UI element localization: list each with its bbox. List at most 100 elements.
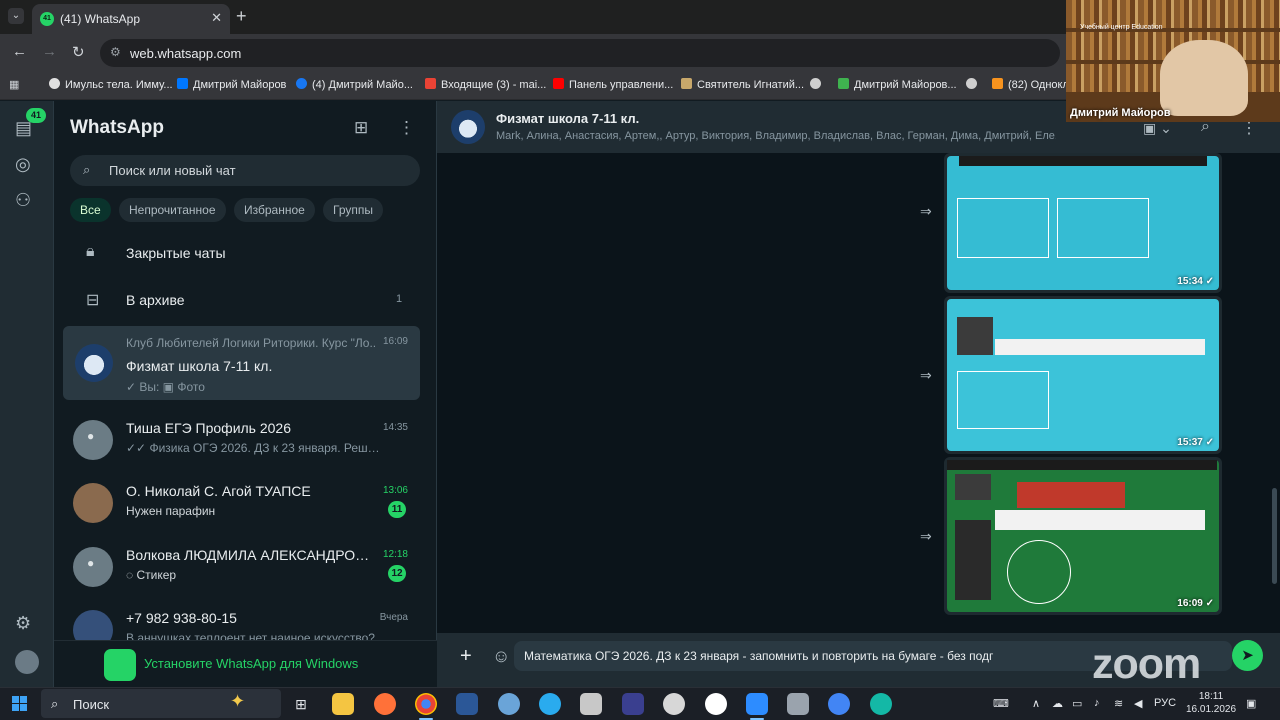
chat-time: 13:06 xyxy=(382,485,408,496)
file-explorer-icon[interactable] xyxy=(332,693,354,715)
obs-icon[interactable] xyxy=(705,693,727,715)
unread-badge: 12 xyxy=(388,565,406,582)
tab-search-button[interactable]: ⌄ xyxy=(8,8,24,24)
communities-icon[interactable]: ⚇ xyxy=(15,190,31,211)
url-text[interactable]: web.whatsapp.com xyxy=(130,46,241,61)
browser-tab[interactable]: 41 (41) WhatsApp ✕ xyxy=(32,4,230,34)
image-message[interactable]: 16:09 ✓ xyxy=(944,457,1222,615)
default-avatar-icon xyxy=(73,547,113,587)
apps-grid-icon[interactable]: ▦ xyxy=(9,78,19,91)
emoji-icon[interactable]: ☺ xyxy=(492,646,510,667)
search-icon: ⌕ xyxy=(83,162,91,177)
windows-start-icon[interactable] xyxy=(12,696,27,711)
copilot-sparkle-icon[interactable]: ✦ xyxy=(230,691,245,712)
scrollbar[interactable] xyxy=(1272,488,1277,584)
task-view-icon[interactable]: ⊞ xyxy=(290,693,312,715)
filter-unread[interactable]: Непрочитанное xyxy=(119,198,226,222)
chat-row-selected[interactable]: Клуб Любителей Логики Риторики. Курс "Ло… xyxy=(63,326,420,400)
install-label[interactable]: Установите WhatsApp для Windows xyxy=(144,656,358,671)
new-chat-icon[interactable]: ⊞ xyxy=(354,118,368,138)
bookmark-item[interactable]: (4) Дмитрий Майо... xyxy=(296,78,413,91)
word-icon[interactable] xyxy=(456,693,478,715)
back-icon[interactable]: ← xyxy=(12,43,27,60)
filter-all[interactable]: Все xyxy=(70,198,111,222)
chat-name: +7 982 938-80-15 xyxy=(126,610,237,626)
chat-row[interactable]: О. Николай С. Агой ТУАПСЕ 13:06 Нужен па… xyxy=(63,477,420,541)
zoom-icon[interactable] xyxy=(746,693,768,720)
globe-icon xyxy=(810,78,821,89)
address-bar[interactable]: ⚙ web.whatsapp.com xyxy=(100,39,1060,67)
network-icon[interactable]: ▭ xyxy=(1072,697,1082,710)
chat-row[interactable]: +7 982 938-80-15 Вчера В аннушках теплое… xyxy=(63,604,420,640)
menu-icon[interactable]: ⋮ xyxy=(398,118,415,138)
bookmark-item[interactable]: Святитель Игнатий... xyxy=(681,78,804,91)
search-placeholder: Поиск или новый чат xyxy=(109,163,236,178)
mic-icon[interactable]: ♪ xyxy=(1094,697,1100,709)
bookmark-item[interactable]: (82) Однокл xyxy=(992,78,1069,91)
image-message[interactable]: 15:34 ✓ xyxy=(944,153,1222,293)
app-icon[interactable] xyxy=(580,693,602,715)
chat-row[interactable]: Волкова ЛЮДМИЛА АЛЕКСАНДРОВН... 12:18 ◌ … xyxy=(63,541,420,605)
forward-icon[interactable]: ⇒ xyxy=(920,203,932,220)
video-call-icon[interactable]: ▣ ⌄ xyxy=(1143,120,1172,137)
keyboard-icon[interactable]: ⌨ xyxy=(993,697,1009,710)
image-message[interactable]: 15:37 ✓ xyxy=(944,296,1222,454)
whiteboard-image xyxy=(947,460,1219,612)
profile-avatar[interactable] xyxy=(15,650,39,674)
forward-icon[interactable]: → xyxy=(42,43,57,60)
keepass-icon[interactable] xyxy=(622,693,644,715)
bookmark-item[interactable]: Входящие (3) - mai... xyxy=(425,78,546,91)
reload-icon[interactable]: ↻ xyxy=(72,43,85,61)
volume-icon[interactable]: ◀ xyxy=(1134,697,1142,710)
participant-head xyxy=(1160,40,1248,116)
install-banner[interactable]: Установите WhatsApp для Windows xyxy=(54,640,437,687)
firefox-icon[interactable] xyxy=(374,693,396,715)
bookmark-item[interactable]: Панель управлени... xyxy=(553,78,673,91)
bookmark-item[interactable]: Дмитрий Майоров... xyxy=(838,78,957,91)
calculator-icon[interactable] xyxy=(787,693,809,715)
settings-icon[interactable]: ⚙ xyxy=(15,613,31,634)
attach-icon[interactable]: + xyxy=(460,645,472,668)
notifications-icon[interactable]: ▣ xyxy=(1246,697,1256,710)
app-icon[interactable] xyxy=(870,693,892,715)
vk-icon xyxy=(177,78,188,89)
clock-date: 16.01.2026 xyxy=(1186,704,1237,715)
chat-time: 16:09 xyxy=(382,336,408,347)
odnoklassniki-icon xyxy=(992,78,1003,89)
wifi-icon[interactable]: ≋ xyxy=(1114,697,1123,710)
close-tab-icon[interactable]: ✕ xyxy=(211,10,222,26)
bookmark-item[interactable]: Имульс тела. Имму... xyxy=(49,78,173,91)
bookmark-item[interactable]: Дмитрий Майоров xyxy=(177,78,286,91)
chat-row[interactable]: Тиша ЕГЭ Профиль 2026 14:35 ✓✓ Физика ОГ… xyxy=(63,414,420,478)
chat-name: Тиша ЕГЭ Профиль 2026 xyxy=(126,420,292,436)
bookmark-item[interactable] xyxy=(966,78,982,91)
search-input[interactable]: ⌕ Поиск или новый чат xyxy=(70,155,420,186)
app-icon[interactable] xyxy=(663,693,685,715)
chat-avatar xyxy=(75,344,113,382)
new-tab-button[interactable]: + xyxy=(236,6,247,27)
filter-groups[interactable]: Группы xyxy=(323,198,383,222)
chrome-icon[interactable] xyxy=(415,693,437,720)
tray-overflow-icon[interactable]: ∧ xyxy=(1032,697,1040,710)
telegram-icon[interactable] xyxy=(539,693,561,715)
forward-icon[interactable]: ⇒ xyxy=(920,367,932,384)
status-icon[interactable]: ◎ xyxy=(15,154,31,175)
cloud-icon[interactable]: ☁ xyxy=(1052,697,1063,710)
site-info-icon[interactable]: ⚙ xyxy=(110,45,121,59)
conversation-members: Mark, Алина, Анастасия, Артем,, Артур, В… xyxy=(496,130,1056,142)
app-icon[interactable] xyxy=(498,693,520,715)
chrome-profile-icon[interactable] xyxy=(828,693,850,715)
forward-icon[interactable]: ⇒ xyxy=(920,528,932,545)
chat-group-name: Клуб Любителей Логики Риторики. Курс "Ло… xyxy=(126,336,376,350)
gmail-icon xyxy=(425,78,436,89)
send-button[interactable]: ➤ xyxy=(1232,640,1263,671)
system-clock[interactable]: 18:11 16.01.2026 xyxy=(1186,690,1236,716)
locked-chats-label[interactable]: Закрытые чаты xyxy=(126,245,226,261)
bookmark-item[interactable] xyxy=(810,78,826,91)
filter-favorites[interactable]: Избранное xyxy=(234,198,315,222)
language-indicator[interactable]: РУС xyxy=(1154,697,1176,709)
message-time: 15:34 ✓ xyxy=(1177,276,1214,287)
conversation-title[interactable]: Физмат школа 7-11 кл. xyxy=(496,111,639,126)
archive-label[interactable]: В архиве xyxy=(126,292,185,308)
group-avatar[interactable] xyxy=(451,110,485,144)
